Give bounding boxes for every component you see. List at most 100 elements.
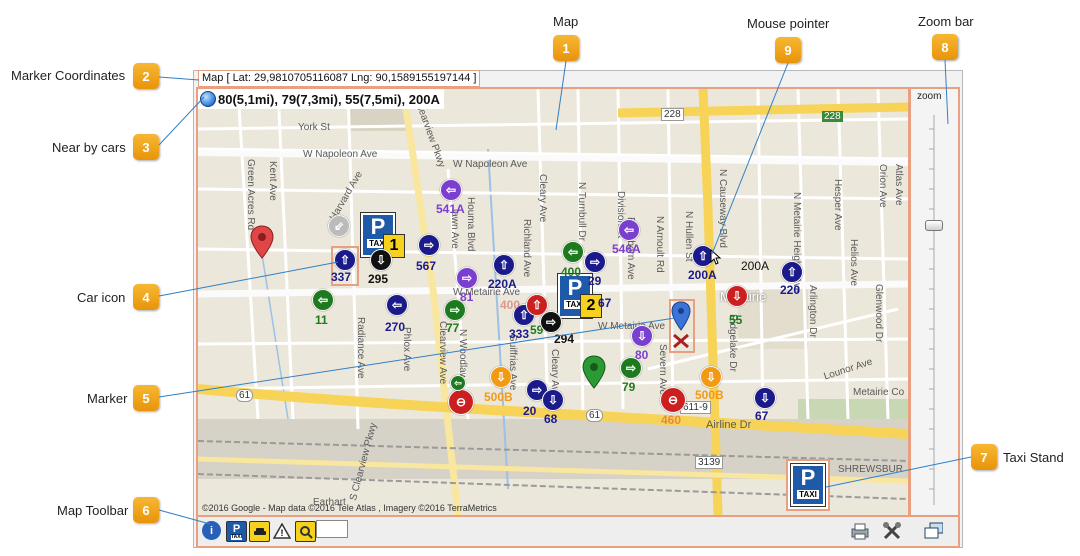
car-icon-c14[interactable]: ⇨ <box>584 251 606 273</box>
car-button[interactable] <box>249 521 270 542</box>
street-houma: Houma Blvd <box>465 197 476 252</box>
street-arlington: Arlington Dr <box>807 285 818 338</box>
map-credit: ©2016 Google - Map data ©2016 Tele Atlas… <box>202 503 497 513</box>
car-icon-red-stop[interactable]: ⊖ <box>448 389 474 415</box>
street-glenwood: Glenwood Dr <box>873 284 884 343</box>
car-icon-c16[interactable]: ⇦ <box>618 219 640 241</box>
callout-badge-9: 9 <box>775 37 801 63</box>
window-button[interactable] <box>924 521 943 540</box>
car-label-c8: 270 <box>385 320 406 334</box>
street-atlas: Atlas Ave <box>893 164 904 206</box>
red-map-pin-icon[interactable] <box>250 225 274 259</box>
zoom-track <box>929 115 935 505</box>
callout-car-icon-label: Car icon <box>77 290 126 305</box>
street-airline-dr: Airline Dr <box>706 419 752 431</box>
car-label-c18: 200A <box>741 259 770 273</box>
marker-highlight[interactable] <box>669 299 695 353</box>
mouse-pointer-icon <box>710 249 722 265</box>
label-metairie-cc: Metairie Co <box>853 387 905 398</box>
car-label-c4: 295 <box>368 272 389 286</box>
callout-marker-label: Marker <box>87 391 128 406</box>
info-icon: i <box>209 524 214 537</box>
taxi-mini-label: TAXI <box>230 533 243 540</box>
callout-badge-8: 8 <box>932 34 958 60</box>
car-icon <box>253 527 266 535</box>
callout-badge-6: 6 <box>133 497 159 523</box>
street-n-turnbull: N Turnbull Dr <box>576 182 587 241</box>
car-icon-c21[interactable]: ⇩ <box>631 325 653 347</box>
car-icon-c7[interactable]: ⇦ <box>312 289 334 311</box>
tools-button[interactable] <box>882 521 901 540</box>
street-kent: Kent Ave <box>267 161 278 201</box>
toolbar-input[interactable] <box>316 520 348 538</box>
car-icon-c6[interactable]: ⇧ <box>493 254 515 276</box>
taxi-stand-3: P TAXI <box>790 463 826 507</box>
zoom-slider-thumb[interactable] <box>925 220 943 231</box>
car-icon-green-small[interactable]: ⇦ <box>450 375 466 391</box>
car-icon-c1[interactable]: ⇦ <box>440 179 462 201</box>
map-canvas[interactable]: York St W Napoleon Ave W Napoleon Ave W … <box>196 87 910 517</box>
street-radiance: Radiance Ave <box>355 317 366 379</box>
map-toolbar: i P TAXI ! <box>196 515 960 548</box>
street-n-arnoult: N Arnoult Rd <box>654 216 665 273</box>
car-icon-c2[interactable]: ⇨ <box>418 234 440 256</box>
car-icon-c8[interactable]: ⇦ <box>386 294 408 316</box>
street-orion: Orion Ave <box>877 164 888 208</box>
printer-icon <box>851 523 869 539</box>
zoom-bar[interactable]: zoom <box>909 87 960 517</box>
car-label-c2: 567 <box>416 259 437 273</box>
window-icon <box>924 522 943 538</box>
car-icon-c26[interactable]: ⇩ <box>700 366 722 388</box>
car-icon-c4[interactable]: ⇩ <box>370 249 392 271</box>
search-button[interactable] <box>295 521 316 542</box>
taxi-stand-button[interactable]: P TAXI <box>226 521 247 542</box>
car-icon-c22[interactable]: ⇨ <box>620 357 642 379</box>
car-icon-c29[interactable]: ⊖ <box>660 387 686 413</box>
warning-icon: ! <box>272 522 291 539</box>
car-icon-c27[interactable]: ⇩ <box>754 387 776 409</box>
street-n-causeway: N Causeway Blvd <box>717 169 728 248</box>
car-icon-c13[interactable]: ⇨ <box>540 311 562 333</box>
car-icon-c25[interactable]: ⇩ <box>542 389 564 411</box>
car-icon-c19[interactable]: ⇧ <box>781 261 803 283</box>
car-label-c19: 220 <box>780 283 801 297</box>
nearby-cars-text: 80(5,1mi), 79(7,3mi), 55(7,5mi), 200A <box>218 91 440 107</box>
warning-button[interactable]: ! <box>272 521 291 540</box>
car-icon-c5[interactable]: ⇨ <box>456 267 478 289</box>
callout-badge-3: 3 <box>133 134 159 160</box>
nearby-cars-list: 80(5,1mi), 79(7,3mi), 55(7,5mi), 200A <box>198 89 444 109</box>
info-button[interactable]: i <box>202 521 221 540</box>
car-icon-c23[interactable]: ⇩ <box>490 366 512 388</box>
parking-icon: P <box>232 522 241 535</box>
car-icon-c9[interactable]: ⇨ <box>444 299 466 321</box>
street-helios: Helios Ave <box>848 239 859 287</box>
car-label-c28: 400 <box>500 298 521 312</box>
shield-61-a: 61 <box>236 389 254 402</box>
car-label-c22: 79 <box>622 380 636 394</box>
shield-228-b: 228 <box>822 111 843 122</box>
green-map-pin-icon[interactable] <box>582 355 606 389</box>
taxi-stand-highlight[interactable]: P TAXI <box>786 459 830 511</box>
car-icon-c20[interactable]: ⇩ <box>726 285 748 307</box>
zoom-label: zoom <box>917 91 942 102</box>
street-w-napoleon-2: W Napoleon Ave <box>453 159 528 170</box>
callout-map-label: Map <box>553 14 579 29</box>
car-label-c14: 29 <box>588 274 602 288</box>
car-label-c25: 68 <box>544 412 558 426</box>
car-label-c27: 67 <box>755 409 769 423</box>
car-label-c13: 294 <box>554 332 575 346</box>
callout-badge-2: 2 <box>133 63 159 89</box>
car-icon-highlight[interactable]: ⇧ 337 <box>331 246 359 286</box>
callout-badge-4: 4 <box>133 284 159 310</box>
car-icon-c10[interactable]: ⇦ <box>562 241 584 263</box>
marker-coordinates-display: Map [ Lat: 29,9810705116087 Lng: 90,1589… <box>198 70 481 87</box>
close-icon <box>673 333 689 349</box>
car-label-c16: 546A <box>612 242 641 256</box>
car-label-c26: 500B <box>695 388 724 402</box>
car-label-c24: 20 <box>523 404 537 418</box>
callout-badge-1: 1 <box>553 35 579 61</box>
car-label-c1: 541A <box>436 202 465 216</box>
offline-car-icon[interactable]: ⇙ <box>328 215 350 237</box>
street-richland: Richland Ave <box>521 219 532 278</box>
print-button[interactable] <box>850 521 869 540</box>
